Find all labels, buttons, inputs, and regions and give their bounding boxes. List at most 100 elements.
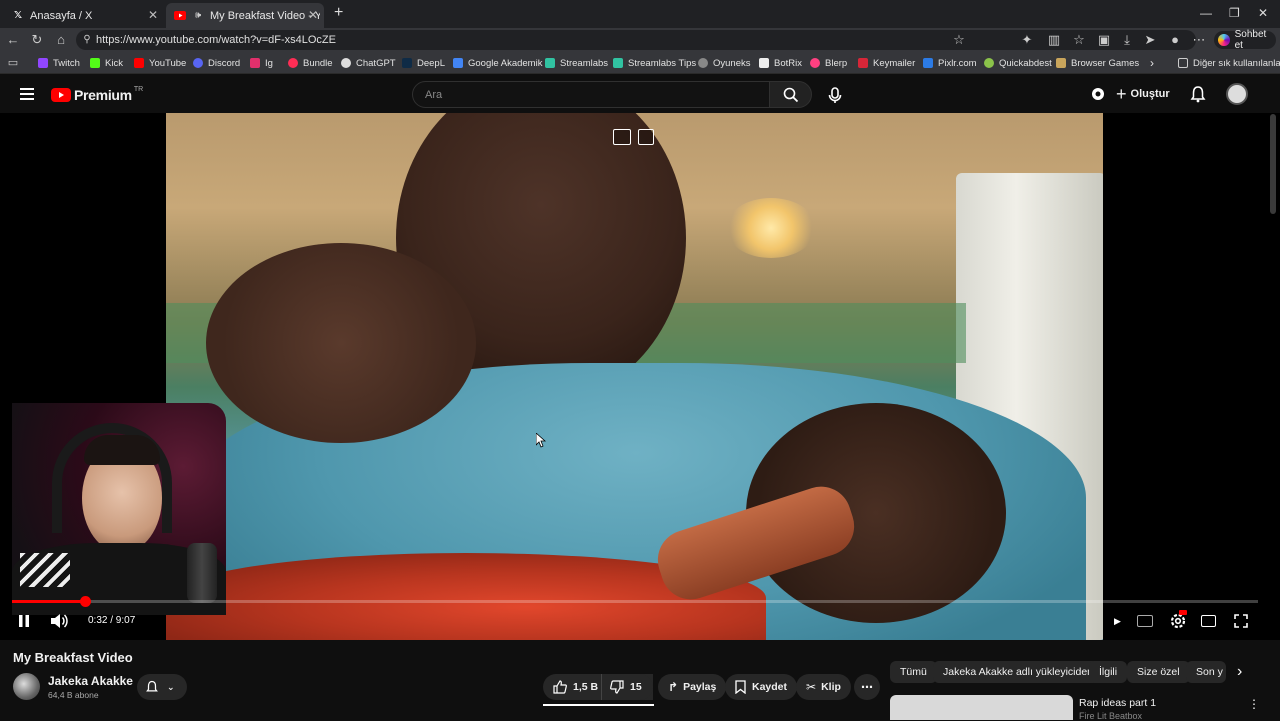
site-info-icon[interactable]: ⚲ (80, 33, 94, 47)
volume-icon (51, 614, 68, 628)
settings-button[interactable] (1169, 610, 1187, 630)
subtitles-button[interactable] (1137, 615, 1153, 627)
instagram-icon (250, 58, 260, 68)
bookmark-oyuneks[interactable]: Oyuneks (698, 56, 751, 70)
youtube-premium-logo[interactable]: Premium TR (51, 86, 143, 104)
chip-related[interactable]: İlgili (1089, 661, 1128, 683)
recommendation-menu-icon[interactable]: ⋮ (1248, 697, 1260, 711)
autoplay-toggle-icon[interactable]: ▶ (1114, 616, 1121, 627)
time-display: 0:32 / 9:07 (88, 615, 136, 626)
notifications-bell-icon[interactable] (1189, 85, 1207, 103)
bookmark-discord[interactable]: Discord (193, 56, 240, 70)
video-frame[interactable] (166, 113, 1103, 640)
page-scrollbar[interactable] (1270, 114, 1276, 214)
bookmark-instagram[interactable]: Ig (250, 56, 273, 70)
streamer-hair (84, 435, 160, 465)
share-button[interactable]: ↱ Paylaş (658, 674, 727, 700)
create-button[interactable]: + Oluştur (1116, 84, 1170, 104)
bookmark-blerp[interactable]: Blerp (810, 56, 847, 70)
pip-button[interactable] (613, 129, 631, 145)
reload-icon[interactable]: ↻ (30, 33, 44, 47)
chips-next-chevron-icon[interactable]: › (1237, 663, 1242, 681)
pause-button[interactable] (17, 614, 31, 628)
video-player[interactable]: 0:32 / 9:07 ▶ (0, 113, 1280, 640)
profile-avatar-icon[interactable]: ● (1168, 33, 1182, 47)
window-close-icon[interactable]: ✕ (1258, 6, 1268, 20)
home-icon[interactable]: ⌂ (54, 33, 68, 47)
search-input[interactable]: Ara (412, 81, 770, 108)
back-icon[interactable]: ← (6, 33, 20, 47)
close-tab-icon[interactable]: ✕ (308, 8, 318, 22)
video-progress-bar[interactable] (12, 596, 1258, 607)
theater-mode-button[interactable] (1201, 615, 1216, 627)
person-hand-left (206, 243, 476, 443)
volume-button[interactable] (50, 613, 68, 629)
fullscreen-button[interactable] (1234, 614, 1248, 628)
twitch-icon (38, 58, 48, 68)
recommendation-thumbnail[interactable] (890, 695, 1073, 720)
subscriber-count: 64,4 B abone (48, 690, 99, 700)
studio-gear-icon[interactable] (1090, 86, 1106, 102)
dislike-count: 15 (630, 681, 642, 693)
recommendation-title[interactable]: Rap ideas part 1 (1079, 697, 1156, 709)
bookmark-google-akademik[interactable]: Google Akademik (453, 56, 542, 70)
speaker-icon[interactable]: 🕪 (192, 10, 204, 22)
botrix-icon (759, 58, 769, 68)
maximize-icon[interactable]: ❐ (1229, 6, 1240, 20)
copilot-button[interactable]: Sohbet et (1214, 29, 1276, 51)
favorites-icon[interactable]: ☆ (1072, 33, 1086, 47)
bookmark-browser-games[interactable]: Browser Games (1056, 56, 1139, 70)
split-screen-icon[interactable]: ▥ (1047, 33, 1061, 47)
more-menu-icon[interactable]: ⋯ (1192, 33, 1206, 47)
youtube-icon (174, 10, 186, 22)
microphone (187, 543, 217, 603)
hamburger-menu-icon[interactable] (20, 88, 34, 100)
notes-button[interactable] (638, 129, 654, 145)
tab-twitter[interactable]: 𝕏 Anasayfa / X ✕ (4, 3, 164, 28)
more-actions-button[interactable]: ⋯ (854, 674, 880, 700)
other-bookmarks-folder[interactable]: Diğer sık kullanılanlar (1178, 56, 1280, 70)
chip-for-you[interactable]: Size özel (1127, 661, 1190, 683)
bookmark-deepl[interactable]: DeepL (402, 56, 445, 70)
bookmark-bundle[interactable]: Bundle (288, 56, 333, 70)
progress-scrubber-handle[interactable] (79, 596, 91, 607)
chip-from-uploader[interactable]: Jakeka Akakke adlı yükleyiciden (933, 661, 1103, 683)
account-avatar[interactable] (1226, 83, 1248, 105)
save-button[interactable]: Kaydet (725, 674, 798, 700)
bookmark-streamlabs[interactable]: Streamlabs (545, 56, 608, 70)
bookmark-streamlabs-tips[interactable]: Streamlabs Tips (613, 56, 696, 70)
bookmark-youtube[interactable]: YouTube (134, 56, 186, 70)
reading-list-icon[interactable]: ▭ (6, 56, 20, 70)
bookmark-twitch[interactable]: Twitch (38, 56, 80, 70)
chip-all[interactable]: Tümü (890, 661, 937, 683)
minimize-icon[interactable]: — (1200, 6, 1212, 20)
bookmark-chatgpt[interactable]: ChatGPT (341, 56, 396, 70)
channel-name[interactable]: Jakeka Akakke (48, 674, 133, 688)
collections-icon[interactable]: ▣ (1097, 33, 1111, 47)
hd-badge (1179, 610, 1187, 615)
fullscreen-icon (1234, 614, 1248, 628)
new-tab-icon[interactable]: + (334, 4, 343, 22)
bookmarks-overflow-chevron-icon[interactable]: › (1150, 56, 1154, 70)
bookmark-quickabdest[interactable]: Quickabdest (984, 56, 1052, 70)
dislike-button[interactable]: 15 (601, 674, 653, 700)
share-icon[interactable]: ➤ (1143, 33, 1157, 47)
quickabdest-icon (984, 58, 994, 68)
close-tab-icon[interactable]: ✕ (148, 8, 158, 22)
subscribed-bell-button[interactable]: ⌄ (137, 674, 187, 700)
tab-youtube[interactable]: 🕪 My Breakfast Video - YouTube ✕ (166, 3, 324, 28)
favorite-star-icon[interactable]: ☆ (952, 33, 966, 47)
voice-search-button[interactable] (824, 84, 846, 106)
bookmark-pixlr[interactable]: Pixlr.com (923, 56, 977, 70)
bookmark-botrix[interactable]: BotRix (759, 56, 802, 70)
tab-title: My Breakfast Video - YouTube (210, 9, 320, 22)
chip-recent[interactable]: Son y (1186, 661, 1226, 683)
search-icon (783, 87, 799, 103)
search-button[interactable] (769, 81, 812, 108)
channel-avatar[interactable] (13, 673, 40, 700)
bookmark-kick[interactable]: Kick (90, 56, 123, 70)
download-icon[interactable]: ⤓ (1120, 33, 1134, 47)
clip-button[interactable]: ✂ Klip (796, 674, 851, 700)
extension-icon[interactable]: ✦ (1020, 33, 1034, 47)
bookmark-keymailer[interactable]: Keymailer (858, 56, 915, 70)
